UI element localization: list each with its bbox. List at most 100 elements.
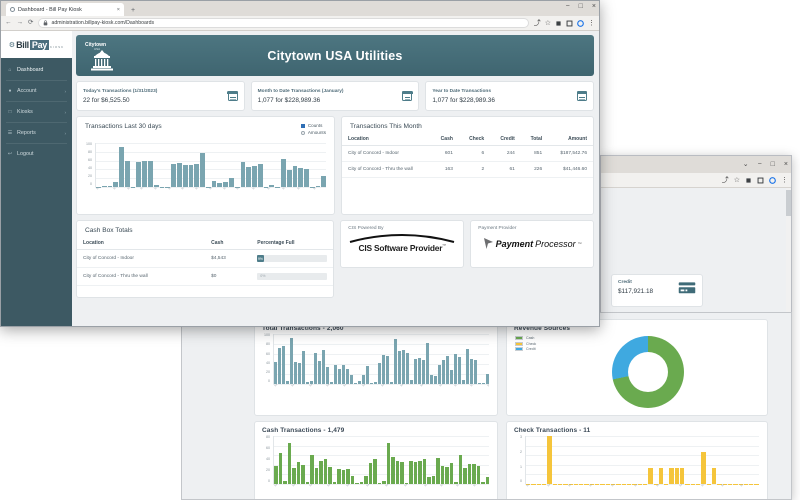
credit-total-card: Credit $117,921.18	[611, 274, 703, 307]
bar	[394, 338, 397, 384]
profile-avatar-icon[interactable]	[769, 176, 776, 184]
bar	[402, 350, 405, 384]
ytick: 3	[520, 435, 522, 439]
legend-item[interactable]: Check	[515, 341, 536, 346]
bar	[406, 353, 409, 384]
cis-provider-label: CIS Powered By	[348, 226, 384, 231]
bar	[302, 350, 305, 384]
bar	[252, 166, 257, 187]
collections-icon[interactable]	[757, 177, 764, 184]
window-maximize-button[interactable]: □	[579, 3, 583, 10]
sidebar-item-label: Account	[17, 88, 37, 94]
profile-avatar-icon[interactable]	[577, 19, 584, 27]
bar	[364, 475, 368, 484]
check-transactions-yaxis: 3 2 1 0	[513, 435, 524, 484]
window2-menu-button[interactable]: ⋮	[781, 177, 788, 184]
collections-icon[interactable]	[566, 20, 573, 27]
sidebar-item-logout[interactable]: ↩ Logout	[1, 146, 72, 162]
cell-total: 226	[520, 161, 549, 178]
sidebar-item-kiosks[interactable]: □ Kiosks ›	[1, 104, 72, 120]
bar	[373, 459, 377, 484]
window2-toolbar[interactable]: ⤴ ☆ ⋮	[601, 173, 791, 188]
sidebar-item-label: Dashboard	[17, 67, 44, 73]
cell-cash: 601	[430, 145, 459, 162]
brand-logo[interactable]: ⚙ Bill Pay KIOSK	[1, 31, 72, 58]
sidebar-item-reports[interactable]: ☰ Reports ›	[1, 125, 72, 141]
revenue-sources-donut	[611, 336, 684, 408]
ytick: 60	[266, 446, 270, 451]
table-row: City of Concord - Thru the wall 163 2 61…	[342, 161, 593, 178]
bar	[395, 461, 399, 484]
sidebar-item-label: Logout	[17, 151, 34, 157]
window-minimize-button[interactable]: −	[566, 3, 570, 10]
window2-scroll-thumb[interactable]	[786, 190, 791, 216]
bar	[427, 476, 431, 484]
page-title: Citytown USA Utilities	[267, 48, 403, 63]
ytick: 0	[90, 182, 92, 187]
chart-series-toggle[interactable]: Counts Amounts	[300, 123, 326, 137]
tab-close-icon[interactable]: ×	[117, 7, 120, 13]
bar	[438, 364, 441, 384]
window2-titlebar[interactable]: ⌄ − □ ×	[601, 156, 791, 173]
browser-menu-button[interactable]: ⋮	[588, 20, 595, 27]
application-root: ⚙ Bill Pay KIOSK ⌂ Dashboard ● Account ›	[1, 31, 599, 326]
bar	[346, 469, 350, 484]
bar	[246, 167, 252, 187]
progress-label: 9%	[257, 256, 264, 261]
sidebar-item-account[interactable]: ● Account ›	[1, 83, 72, 99]
star-icon[interactable]: ☆	[734, 177, 740, 184]
legend-item[interactable]: Cash	[515, 336, 536, 340]
lock-icon	[44, 20, 48, 26]
bar	[431, 475, 435, 484]
bar	[382, 355, 385, 384]
bar	[294, 361, 297, 384]
extension-icon[interactable]	[745, 177, 752, 184]
radio-unselected-icon[interactable]	[300, 130, 305, 135]
xtick-label: 12/3/2022	[290, 384, 310, 394]
kpi-today: Today's Transactions (1/31/2023) 22 for …	[76, 81, 245, 111]
bar	[430, 375, 433, 384]
window2-maximize-button[interactable]: □	[771, 161, 775, 168]
window-close-button[interactable]: ×	[592, 3, 596, 10]
extension-icon[interactable]	[555, 20, 562, 27]
radio-amounts[interactable]: Amounts	[300, 130, 326, 135]
cis-swoosh-icon	[350, 234, 455, 243]
window2-close-button[interactable]: ×	[784, 161, 788, 168]
radio-counts[interactable]: Counts	[300, 123, 326, 128]
browser-tab-dashboard[interactable]: Dashboard - Bill Pay Kiosk ×	[6, 3, 124, 16]
bar	[648, 468, 653, 484]
share-icon[interactable]: ⤴	[534, 20, 541, 27]
bar	[240, 161, 246, 187]
xtick-label: 12/15/2022	[361, 384, 382, 394]
bar	[286, 170, 292, 187]
tab-favicon	[10, 7, 15, 12]
browser-tabstrip[interactable]: Dashboard - Bill Pay Kiosk × + − □ ×	[1, 1, 599, 16]
sidebar-item-dashboard[interactable]: ⌂ Dashboard	[1, 62, 72, 78]
reload-icon[interactable]: ⟳	[28, 19, 33, 27]
kpi-label: Year to Date Transactions	[432, 88, 491, 94]
back-icon[interactable]: ←	[5, 19, 12, 27]
omnibox-actions[interactable]: ⤴ ☆ ⋮	[534, 20, 595, 27]
check-transactions-bars	[525, 436, 759, 484]
main-browser-window[interactable]: Dashboard - Bill Pay Kiosk × + − □ × ← →…	[0, 0, 600, 327]
star-icon[interactable]: ☆	[545, 20, 551, 27]
new-tab-button[interactable]: +	[131, 7, 135, 14]
transactions-table: Location Cash Check Credit Total Amount	[342, 133, 593, 178]
cash-transactions-bars	[273, 436, 489, 484]
table-header-row: Location Cash Check Credit Total Amount	[342, 133, 593, 146]
calendar-icon	[402, 90, 413, 101]
cell-check: 6	[458, 145, 491, 162]
forward-icon[interactable]: →	[17, 19, 24, 27]
address-bar[interactable]: administration.billpay-kiosk.com/Dashboa…	[38, 18, 529, 28]
window2-chevron-icon[interactable]: ⌄	[743, 161, 749, 168]
bar	[426, 343, 429, 384]
window-controls[interactable]: − □ ×	[566, 3, 596, 10]
bar	[292, 467, 296, 484]
browser-omnibox-bar[interactable]: ← → ⟳ administration.billpay-kiosk.com/D…	[1, 16, 599, 31]
legend-item[interactable]: Credit	[515, 347, 536, 351]
window2-minimize-button[interactable]: −	[758, 161, 762, 168]
background-dashboard-window-3[interactable]: Total Transactions - 2,060 100 80 60 40 …	[181, 312, 792, 500]
kpi-label: Today's Transactions (1/31/2023)	[83, 88, 158, 94]
radio-selected-icon[interactable]	[300, 123, 305, 128]
share-icon[interactable]: ⤴	[722, 177, 729, 184]
